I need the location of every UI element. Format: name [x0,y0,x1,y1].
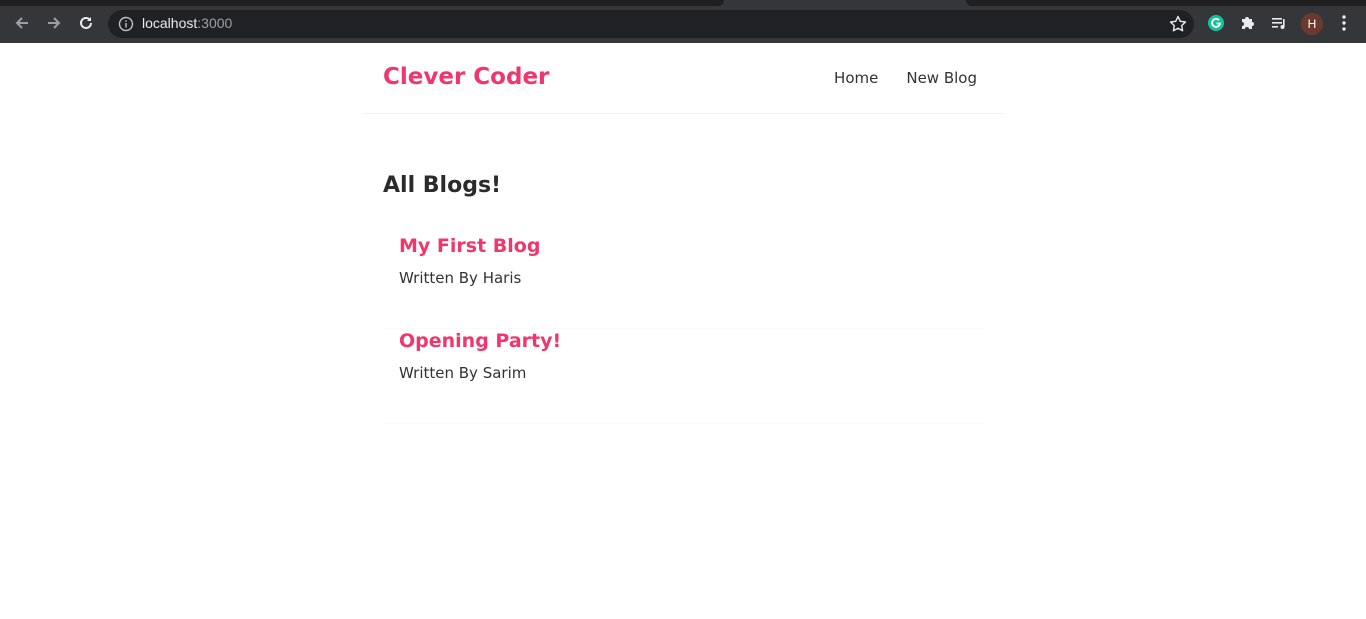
puzzle-icon [1242,17,1254,29]
profile-avatar[interactable]: H [1301,13,1323,35]
url-host: localhost [142,15,198,31]
browser-toolbar: localhost:3000 H [0,0,1366,43]
extensions-button[interactable] [1238,13,1258,33]
tab-strip [966,0,1366,6]
nav-link-home[interactable]: Home [834,69,878,87]
address-bar[interactable]: localhost:3000 [108,10,1194,38]
web-page: Clever Coder Home New Blog All Blogs! My… [0,43,1366,619]
site-brand[interactable]: Clever Coder [383,64,549,90]
arrow-left-icon [15,17,28,29]
forward-button[interactable] [43,12,65,34]
blog-list: My First Blog Written By Haris Opening P… [383,235,984,424]
site-navbar: Clever Coder Home New Blog [363,43,1004,114]
blog-preview[interactable]: Opening Party! Written By Sarim [383,330,984,424]
blog-preview[interactable]: My First Blog Written By Haris [383,235,984,329]
blog-title[interactable]: Opening Party! [399,330,561,352]
reload-icon [80,16,92,29]
blog-title[interactable]: My First Blog [399,235,540,257]
info-icon[interactable] [118,16,134,32]
nav-links: Home New Blog [834,69,977,87]
url-port: :3000 [197,15,233,31]
page-title: All Blogs! [383,173,502,198]
back-button[interactable] [11,12,33,34]
grammarly-extension[interactable] [1206,13,1226,33]
blog-author: Written By Sarim [399,364,527,382]
browser-menu-button[interactable] [1334,13,1354,33]
url-text: localhost:3000 [142,15,232,31]
media-control-button[interactable] [1269,13,1289,33]
kebab-menu-icon [1342,15,1346,31]
nav-link-new-blog[interactable]: New Blog [906,69,977,87]
reload-button[interactable] [75,12,97,34]
star-icon[interactable] [1168,14,1188,34]
media-queue-icon [1272,18,1285,29]
grammarly-icon [1208,15,1224,31]
arrow-right-icon [48,17,61,29]
home-content: All Blogs! My First Blog Written By Hari… [383,173,984,424]
tab-strip [0,0,724,6]
blog-author: Written By Haris [399,269,522,287]
